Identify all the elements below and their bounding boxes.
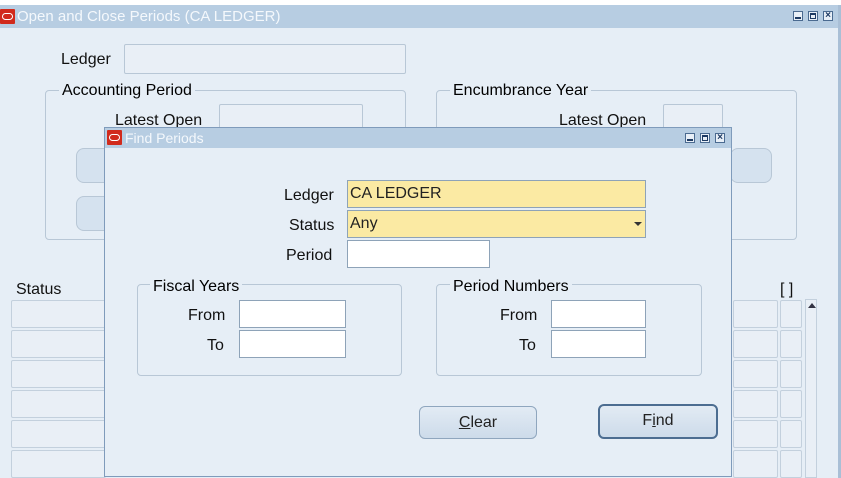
grid-cell[interactable] <box>733 300 778 328</box>
grid-cell[interactable] <box>733 360 778 388</box>
close-icon[interactable]: × <box>823 11 833 21</box>
main-window-title: Open and Close Periods (CA LEDGER) <box>17 8 281 25</box>
accounting-period-group-title: Accounting Period <box>59 82 195 100</box>
grid-cell[interactable] <box>733 450 778 478</box>
row-checkbox-cell[interactable] <box>780 360 802 388</box>
scroll-up-arrow-icon[interactable] <box>808 303 816 308</box>
status-column-header: Status <box>16 281 62 298</box>
grid-cell[interactable] <box>733 420 778 448</box>
minimize-icon[interactable] <box>793 11 803 21</box>
period-numbers-group-title: Period Numbers <box>450 278 572 296</box>
close-icon[interactable]: × <box>715 133 725 143</box>
find-periods-dialog: Find Periods × Ledger CA LEDGER Status A… <box>104 127 732 477</box>
encumbrance-year-group-title: Encumbrance Year <box>450 82 592 100</box>
oracle-logo-icon <box>107 130 122 145</box>
find-periods-title: Find Periods <box>125 130 204 146</box>
status-cell[interactable] <box>11 390 106 418</box>
find-ledger-input[interactable]: CA LEDGER <box>347 180 646 208</box>
period-numbers-from-input[interactable] <box>551 300 646 328</box>
ledger-label: Ledger <box>61 51 111 68</box>
bracket-column-header: [ ] <box>780 281 794 298</box>
row-checkbox-cell[interactable] <box>780 300 802 328</box>
find-status-select[interactable]: Any <box>347 210 646 238</box>
find-status-value: Any <box>350 215 378 232</box>
clear-button[interactable]: Clear <box>419 406 537 439</box>
find-ledger-label: Ledger <box>284 187 334 204</box>
row-checkbox-cell[interactable] <box>780 390 802 418</box>
period-numbers-from-label: From <box>500 307 538 324</box>
vertical-scrollbar[interactable] <box>805 299 817 478</box>
find-periods-titlebar[interactable]: Find Periods × <box>105 128 731 148</box>
fiscal-years-from-label: From <box>188 307 226 324</box>
find-button[interactable]: Find <box>598 404 718 439</box>
grid-cell[interactable] <box>733 390 778 418</box>
status-cell[interactable] <box>11 330 106 358</box>
status-cell[interactable] <box>11 300 106 328</box>
find-period-label: Period <box>286 247 333 264</box>
grid-cell[interactable] <box>733 330 778 358</box>
encumbrance-year-button[interactable] <box>730 148 772 183</box>
row-checkbox-cell[interactable] <box>780 420 802 448</box>
period-numbers-to-input[interactable] <box>551 330 646 358</box>
fiscal-years-to-label: To <box>207 337 224 354</box>
maximize-icon[interactable] <box>700 133 710 143</box>
status-cell[interactable] <box>11 360 106 388</box>
period-numbers-to-label: To <box>519 337 536 354</box>
main-window-titlebar[interactable]: Open and Close Periods (CA LEDGER) × <box>0 5 841 28</box>
dropdown-caret-icon[interactable] <box>634 222 642 226</box>
status-cell[interactable] <box>11 450 106 478</box>
find-period-input[interactable] <box>347 240 490 268</box>
row-checkbox-cell[interactable] <box>780 330 802 358</box>
row-checkbox-cell[interactable] <box>780 450 802 478</box>
fiscal-years-group-title: Fiscal Years <box>150 278 243 296</box>
find-status-label: Status <box>289 217 335 234</box>
status-cell[interactable] <box>11 420 106 448</box>
ledger-field[interactable] <box>124 44 406 74</box>
fiscal-years-to-input[interactable] <box>239 330 346 358</box>
oracle-logo-icon <box>0 9 15 24</box>
minimize-icon[interactable] <box>685 133 695 143</box>
maximize-icon[interactable] <box>808 11 818 21</box>
fiscal-years-from-input[interactable] <box>239 300 346 328</box>
